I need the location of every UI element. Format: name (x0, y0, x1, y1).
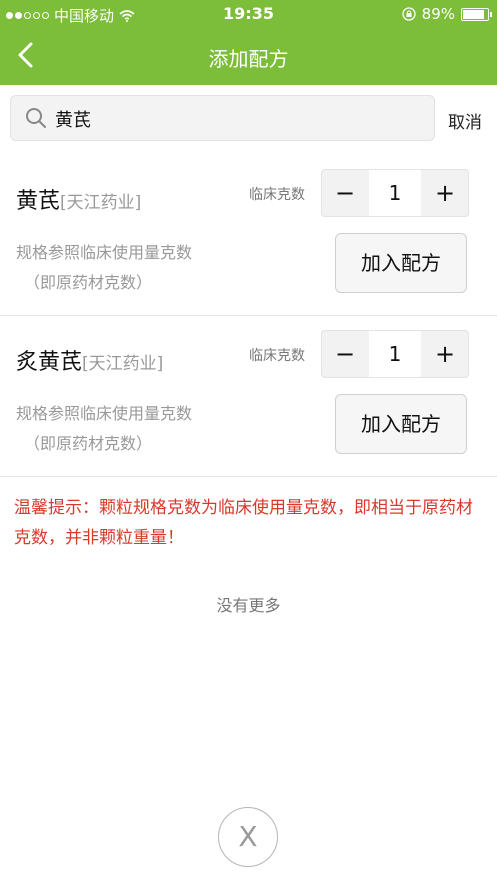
increment-button[interactable]: + (422, 170, 468, 216)
increment-button[interactable]: + (422, 331, 468, 377)
item-name: 炙黄芪 (16, 350, 83, 375)
battery-percent: 89% (421, 5, 455, 23)
status-right: 89% (402, 5, 492, 23)
spec-note-sub: （即原药材克数） (24, 273, 153, 292)
quantity-stepper: − 1 + (321, 169, 469, 217)
orientation-lock-icon (402, 7, 416, 21)
spec-note: 规格参照临床使用量克数 (16, 243, 193, 262)
item-name: 黄芪 (16, 189, 61, 214)
search-row: 取消 (0, 85, 497, 155)
dosage-label: 临床克数 (249, 348, 305, 364)
spec-note-sub: （即原药材克数） (24, 434, 153, 453)
add-to-formula-button[interactable]: 加入配方 (335, 233, 467, 293)
quantity-value[interactable]: 1 (369, 331, 421, 377)
close-button[interactable]: X (218, 807, 278, 867)
item-brand: [天江药业] (60, 193, 142, 213)
no-more-label: 没有更多 (216, 596, 281, 615)
add-to-formula-button[interactable]: 加入配方 (335, 394, 467, 454)
item-name-row: 黄芪[天江药业] (16, 183, 141, 215)
decrement-button[interactable]: − (322, 170, 368, 216)
quantity-stepper: − 1 + (321, 330, 469, 378)
status-bar: 中国移动 19:35 89% (0, 0, 497, 28)
quantity-value[interactable]: 1 (369, 170, 421, 216)
search-input[interactable] (53, 104, 427, 134)
nav-bar: 添加配方 (0, 28, 497, 85)
spec-note: 规格参照临床使用量克数 (16, 404, 193, 423)
result-item: 炙黄芪[天江药业] 临床克数 − 1 + 规格参照临床使用量克数 （即原药材克数… (0, 316, 497, 477)
item-name-row: 炙黄芪[天江药业] (16, 344, 163, 376)
cancel-button[interactable]: 取消 (448, 108, 482, 133)
battery-icon (461, 7, 492, 21)
decrement-button[interactable]: − (322, 331, 368, 377)
page-title: 添加配方 (208, 47, 289, 71)
battery-fill (463, 9, 484, 19)
search-icon (26, 108, 46, 128)
warning-tip: 温馨提示：颗粒规格克数为临床使用量克数，即相当于原药材克数，并非颗粒重量！ (14, 498, 473, 548)
result-item: 黄芪[天江药业] 临床克数 − 1 + 规格参照临床使用量克数 （即原药材克数）… (0, 155, 497, 316)
dosage-label: 临床克数 (249, 187, 305, 203)
item-brand: [天江药业] (82, 354, 164, 374)
search-box[interactable] (10, 95, 435, 141)
